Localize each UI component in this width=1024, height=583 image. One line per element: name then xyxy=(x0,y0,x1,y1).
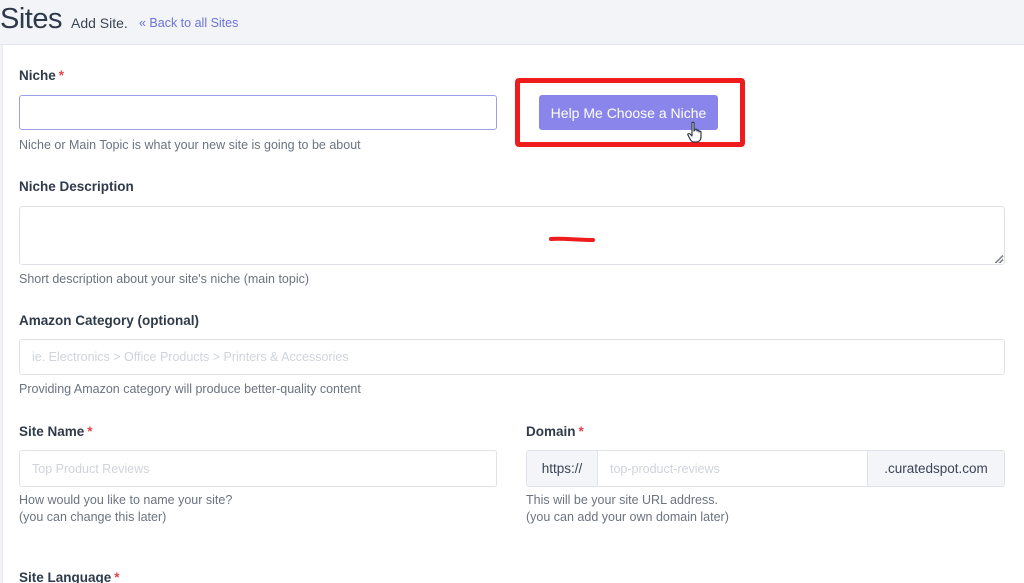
domain-input[interactable] xyxy=(597,450,868,487)
amazon-category-help-text: Providing Amazon category will produce b… xyxy=(19,382,361,396)
domain-label-text: Domain xyxy=(526,424,576,439)
niche-help-text: Niche or Main Topic is what your new sit… xyxy=(19,138,361,152)
niche-description-label: Niche Description xyxy=(19,179,134,194)
page-title: Sites xyxy=(0,3,62,35)
site-language-label: Site Language * xyxy=(19,570,120,583)
site-name-help-line2: (you can change this later) xyxy=(19,510,167,524)
niche-input[interactable] xyxy=(19,95,497,130)
domain-help-line2: (you can add your own domain later) xyxy=(526,510,729,524)
niche-description-wrapper xyxy=(19,206,1005,265)
hand-cursor-icon xyxy=(687,121,702,143)
amazon-category-input[interactable] xyxy=(19,339,1005,375)
required-mark: * xyxy=(58,68,65,83)
domain-prefix-addon: https:// xyxy=(526,450,598,487)
add-site-page: Sites Add Site. « Back to all Sites Nich… xyxy=(0,0,1024,583)
amazon-category-label: Amazon Category (optional) xyxy=(19,313,200,328)
niche-label-text: Niche xyxy=(19,68,56,83)
domain-help-line1: This will be your site URL address. xyxy=(526,493,718,507)
site-name-label-text: Site Name xyxy=(19,424,85,439)
required-mark: * xyxy=(578,424,584,439)
page-header: Sites Add Site. « Back to all Sites xyxy=(0,0,1024,45)
site-name-help-text: How would you like to name your site? (y… xyxy=(19,492,232,526)
site-name-input[interactable] xyxy=(19,450,497,487)
resize-handle-icon[interactable] xyxy=(995,255,1003,263)
domain-help-text: This will be your site URL address. (you… xyxy=(526,492,729,526)
required-mark: * xyxy=(114,570,120,583)
niche-label: Niche * xyxy=(19,68,64,83)
back-to-sites-link[interactable]: « Back to all Sites xyxy=(139,16,238,30)
domain-label: Domain * xyxy=(526,424,584,439)
site-name-label: Site Name * xyxy=(19,424,93,439)
required-mark: * xyxy=(87,424,93,439)
domain-suffix-addon: .curatedspot.com xyxy=(867,450,1005,487)
site-name-help-line1: How would you like to name your site? xyxy=(19,493,233,507)
niche-description-textarea[interactable] xyxy=(19,206,1005,265)
annotation-pen-stroke xyxy=(549,236,595,242)
site-language-label-text: Site Language xyxy=(19,570,112,583)
page-subtitle: Add Site. xyxy=(71,15,128,31)
niche-description-help-text: Short description about your site's nich… xyxy=(19,272,310,286)
